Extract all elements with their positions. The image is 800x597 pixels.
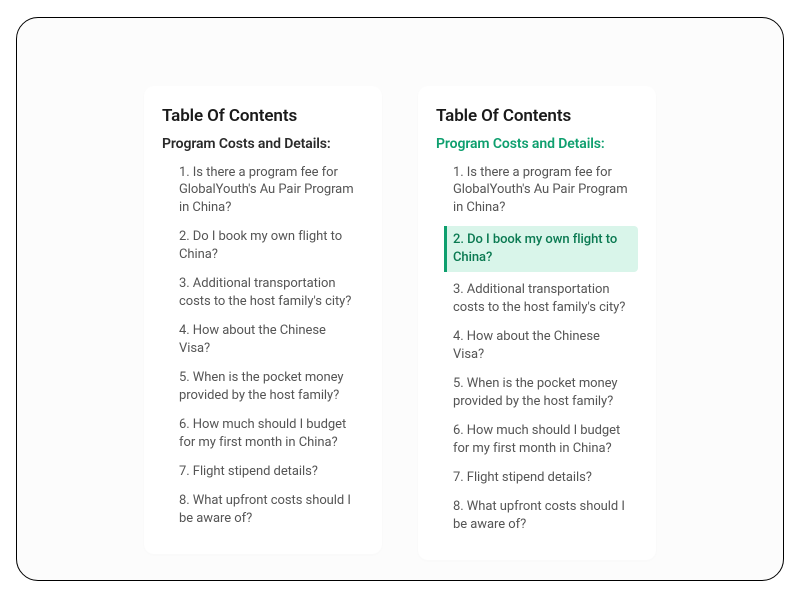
toc-item[interactable]: 4. How about the Chinese Visa? [444, 326, 638, 366]
section-label-highlighted[interactable]: Program Costs and Details: [436, 136, 638, 152]
toc-list: 1. Is there a program fee for GlobalYout… [162, 162, 364, 530]
toc-item[interactable]: 3. Additional transportation costs to th… [170, 273, 364, 313]
toc-item[interactable]: 8. What upfront costs should I be aware … [170, 490, 364, 530]
toc-list: 1. Is there a program fee for GlobalYout… [436, 162, 638, 536]
toc-item[interactable]: 6. How much should I budget for my first… [444, 420, 638, 460]
toc-item[interactable]: 7. Flight stipend details? [170, 461, 364, 483]
toc-item[interactable]: 5. When is the pocket money provided by … [444, 373, 638, 413]
toc-title: Table Of Contents [162, 106, 364, 126]
comparison-frame: Table Of Contents Program Costs and Deta… [16, 17, 784, 581]
toc-card-default: Table Of Contents Program Costs and Deta… [144, 86, 382, 554]
toc-item[interactable]: 6. How much should I budget for my first… [170, 414, 364, 454]
toc-item[interactable]: 7. Flight stipend details? [444, 467, 638, 489]
toc-item[interactable]: 5. When is the pocket money provided by … [170, 367, 364, 407]
toc-item[interactable]: 8. What upfront costs should I be aware … [444, 496, 638, 536]
section-label[interactable]: Program Costs and Details: [162, 136, 364, 152]
toc-item[interactable]: 2. Do I book my own flight to China? [170, 226, 364, 266]
toc-item[interactable]: 4. How about the Chinese Visa? [170, 320, 364, 360]
toc-item[interactable]: 1. Is there a program fee for GlobalYout… [170, 162, 364, 220]
toc-item[interactable]: 1. Is there a program fee for GlobalYout… [444, 162, 638, 220]
toc-item[interactable]: 3. Additional transportation costs to th… [444, 279, 638, 319]
toc-item-active[interactable]: 2. Do I book my own flight to China? [444, 226, 638, 272]
toc-card-active: Table Of Contents Program Costs and Deta… [418, 86, 656, 560]
toc-title: Table Of Contents [436, 106, 638, 126]
